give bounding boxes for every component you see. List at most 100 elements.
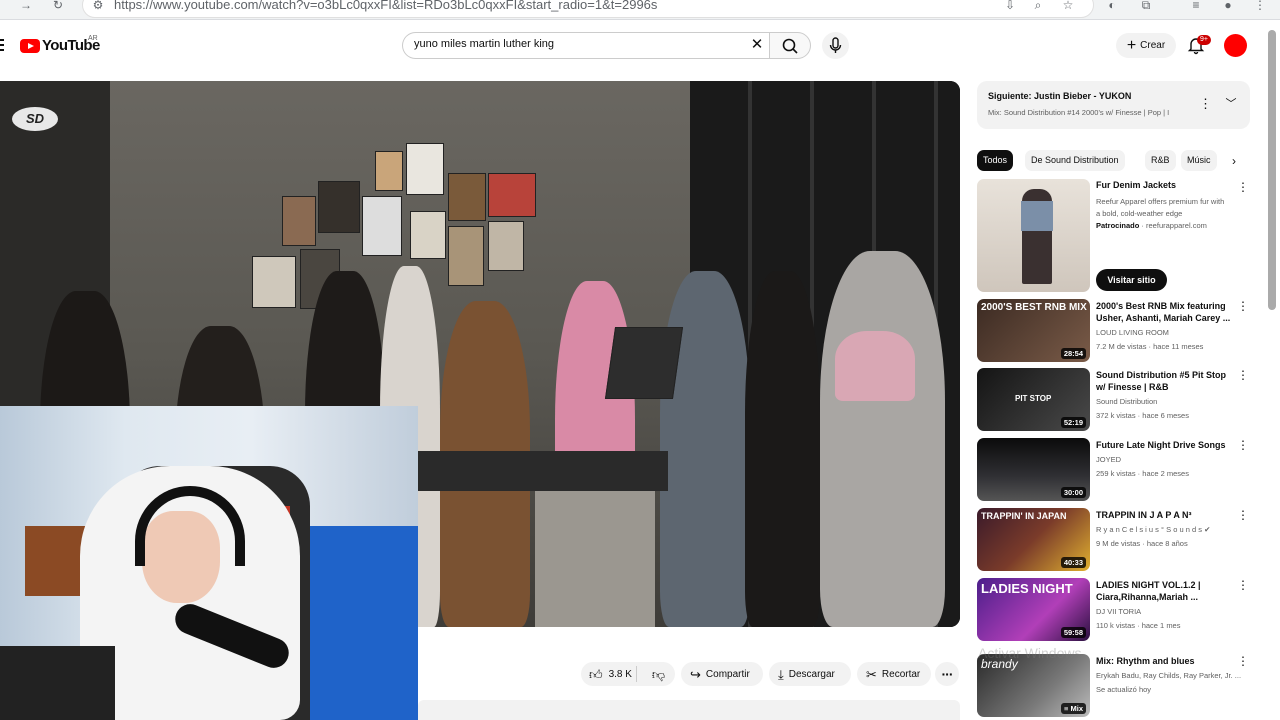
item-menu-icon[interactable]: ⋮	[1237, 368, 1249, 382]
ad-menu-icon[interactable]: ⋮	[1237, 180, 1249, 194]
item-menu-icon[interactable]: ⋮	[1237, 654, 1247, 668]
search-button[interactable]	[769, 32, 811, 59]
video-thumbnail[interactable]: PIT STOP 52:19	[977, 368, 1090, 431]
extension-icon[interactable]: ◐	[1104, 0, 1120, 12]
laptop	[604, 327, 684, 399]
item-menu-icon[interactable]: ⋮	[1237, 438, 1249, 452]
channel-name[interactable]: Sound Distribution	[1096, 397, 1246, 406]
voice-search-button[interactable]	[822, 32, 849, 59]
mix-subtitle: Mix: Sound Distribution #14 2000's w/ Fi…	[988, 108, 1170, 117]
sponsored-label: Patrocinado	[1096, 221, 1140, 230]
chip-rnb[interactable]: R&B	[1145, 150, 1176, 171]
mix-badge-label: Mix	[1070, 704, 1083, 713]
clear-search-icon[interactable]: ✕	[749, 36, 765, 54]
reload-icon[interactable]: ↻	[50, 0, 66, 12]
like-button[interactable]: 👍︎ 3.8 K	[581, 666, 638, 682]
channel-name[interactable]: R y a n C e l s i u s ° S o u n d s ✔	[1096, 525, 1246, 534]
chevron-down-icon[interactable]: ﹀	[1223, 96, 1239, 112]
chip-todos[interactable]: Todos	[977, 150, 1014, 171]
more-horizontal-icon: ···	[941, 666, 954, 682]
channel-name[interactable]: LOUD LIVING ROOM	[1096, 328, 1246, 337]
video-thumbnail[interactable]: 30:00	[977, 438, 1090, 501]
share-button[interactable]: ↪ Compartir	[681, 662, 763, 686]
zoom-icon[interactable]: ⌕	[1030, 0, 1046, 12]
item-menu-icon[interactable]: ⋮	[1237, 299, 1249, 313]
ad-jacket	[1021, 201, 1053, 231]
activate-windows-watermark: Activar Windows	[978, 645, 1082, 661]
ad-domain: reefurapparel.com	[1146, 221, 1207, 230]
channel-name[interactable]: JOYED	[1096, 455, 1246, 464]
person	[745, 271, 820, 627]
clip-button[interactable]: ✂ Recortar	[857, 662, 931, 686]
scissors-icon: ✂	[866, 666, 877, 682]
chip-music[interactable]: Músic	[1181, 150, 1217, 171]
poster	[448, 173, 486, 221]
tab-search-icon[interactable]: ≡	[1188, 0, 1204, 12]
search-icon	[782, 38, 798, 54]
create-label: Crear	[1140, 40, 1166, 51]
list-item[interactable]: brandy ≡ Mix Mix: Rhythm and blues Eryka…	[977, 654, 1247, 720]
page-scrollbar[interactable]	[1268, 30, 1276, 310]
menu-icon[interactable]	[0, 39, 4, 51]
playlist-menu-icon[interactable]: ⋮	[1199, 96, 1212, 112]
account-avatar[interactable]	[1224, 34, 1247, 57]
mix-badge: ≡ Mix	[1061, 703, 1086, 714]
sponsored-ad[interactable]: Fur Denim Jackets Reefur Apparel offers …	[977, 179, 1249, 294]
site-settings-icon[interactable]: ⚙	[90, 0, 106, 12]
list-item[interactable]: 2000'S BEST RNB MIX 28:54 2000's Best RN…	[977, 299, 1249, 362]
video-meta: 7.2 M de vistas · hace 11 meses	[1096, 342, 1204, 351]
channel-name-text: R y a n C e l s i u s ° S o u n d s	[1096, 525, 1202, 534]
chip-channel[interactable]: De Sound Distribution	[1025, 150, 1125, 171]
install-icon[interactable]: ⇩	[1002, 0, 1018, 12]
video-title[interactable]: Sound Distribution #5 Pit Stop w/ Finess…	[1096, 369, 1231, 393]
video-thumbnail[interactable]: brandy ≡ Mix	[977, 654, 1090, 717]
create-button[interactable]: + Crear	[1116, 33, 1176, 58]
person	[660, 271, 750, 627]
download-label: Descargar	[788, 668, 835, 680]
description-box[interactable]	[418, 700, 960, 720]
video-thumbnail[interactable]: TRAPPIN' IN JAPAN 40:33	[977, 508, 1090, 571]
video-title[interactable]: Mix: Rhythm and blues	[1096, 655, 1231, 667]
channel-name[interactable]: DJ VII TORIA	[1096, 607, 1246, 616]
person	[820, 251, 945, 627]
more-actions-button[interactable]: ···	[935, 662, 959, 686]
video-thumbnail[interactable]: 2000'S BEST RNB MIX 28:54	[977, 299, 1090, 362]
item-menu-icon[interactable]: ⋮	[1237, 578, 1249, 592]
list-item[interactable]: TRAPPIN' IN JAPAN 40:33 TRAPPIN IN J A P…	[977, 508, 1249, 571]
chevron-right-icon[interactable]: ›	[1227, 152, 1241, 170]
list-item[interactable]: LADIES NIGHT 59:58 LADIES NIGHT VOL.1.2 …	[977, 578, 1249, 641]
poster	[252, 256, 296, 308]
duration-badge: 59:58	[1060, 627, 1086, 638]
forward-icon[interactable]: →	[18, 0, 34, 12]
browser-menu-icon[interactable]: ⋮	[1252, 0, 1268, 12]
thumbnail-text: TRAPPIN' IN JAPAN	[981, 511, 1067, 521]
like-count: 3.8 K	[608, 668, 632, 680]
poster	[375, 151, 403, 191]
puzzle-icon[interactable]: ⧉	[1138, 0, 1154, 12]
poster	[488, 173, 536, 217]
poster	[488, 221, 524, 271]
video-title[interactable]: TRAPPIN IN J A P A N³	[1096, 509, 1231, 521]
list-item[interactable]: 30:00 Future Late Night Drive Songs JOYE…	[977, 438, 1249, 501]
video-thumbnail[interactable]: LADIES NIGHT 59:58	[977, 578, 1090, 641]
thumbnail-text: LADIES NIGHT	[981, 581, 1073, 596]
video-title[interactable]: 2000's Best RNB Mix featuring Usher, Ash…	[1096, 300, 1231, 324]
visit-site-button[interactable]: Visitar sitio	[1096, 269, 1167, 291]
video-title[interactable]: Future Late Night Drive Songs	[1096, 439, 1231, 451]
search-input-value[interactable]: yuno miles martin luther king	[414, 38, 554, 50]
profile-icon[interactable]: ●	[1220, 0, 1236, 12]
dislike-button[interactable]: 👎︎	[642, 668, 675, 681]
list-item[interactable]: PIT STOP 52:19 Sound Distribution #5 Pit…	[977, 368, 1249, 431]
download-icon: ⤓	[778, 666, 784, 682]
duration-badge: 40:33	[1060, 557, 1086, 568]
download-button[interactable]: ⤓ Descargar	[769, 662, 851, 686]
bookmark-star-icon[interactable]: ☆	[1060, 0, 1076, 12]
like-dislike-group[interactable]: 👍︎ 3.8 K 👎︎	[581, 662, 675, 686]
ad-description: Reefur Apparel offers premium fur with a…	[1096, 197, 1225, 218]
item-menu-icon[interactable]: ⋮	[1237, 508, 1249, 522]
video-title[interactable]: LADIES NIGHT VOL.1.2 | Ciara,Rihanna,Mar…	[1096, 579, 1231, 603]
ad-title[interactable]: Fur Denim Jackets	[1096, 180, 1176, 190]
clip-label: Recortar	[881, 668, 921, 680]
channel-name[interactable]: Erykah Badu, Ray Childs, Ray Parker, Jr.…	[1096, 671, 1246, 680]
ad-thumbnail[interactable]	[977, 179, 1090, 292]
